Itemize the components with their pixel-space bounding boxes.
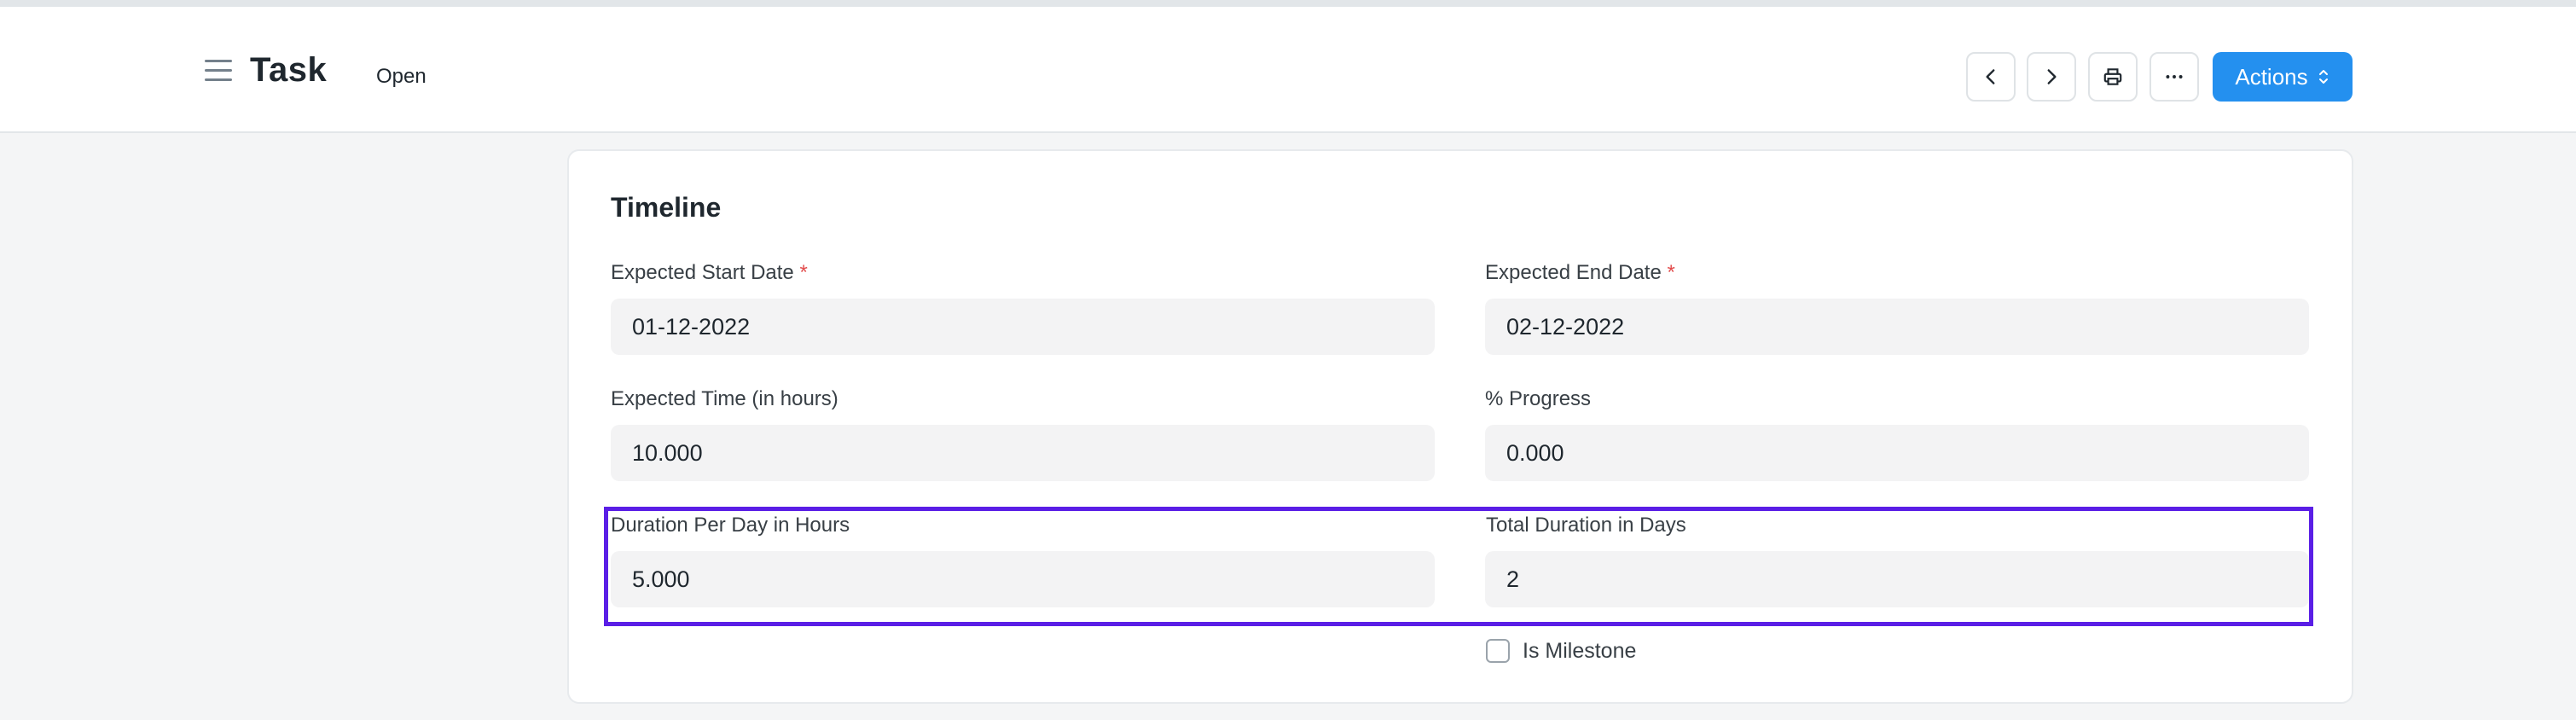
- expected-end-date-label: Expected End Date *: [1485, 261, 1675, 284]
- chevron-left-icon: [1986, 69, 1995, 84]
- expected-time-label: Expected Time (in hours): [611, 387, 838, 410]
- printer-icon: [2103, 68, 2122, 85]
- sort-icon: [2318, 70, 2328, 84]
- is-milestone-checkbox[interactable]: [1486, 639, 1510, 663]
- next-button[interactable]: [2027, 52, 2076, 102]
- status-indicator: Open: [376, 65, 426, 88]
- more-icon: [2166, 75, 2183, 78]
- expected-start-date-value: 01-12-2022: [632, 313, 751, 340]
- expected-start-date-field[interactable]: 01-12-2022: [611, 299, 1435, 355]
- page-title: Task: [250, 51, 328, 89]
- top-border: [0, 0, 2576, 7]
- more-button[interactable]: [2150, 52, 2199, 102]
- expected-end-date-field[interactable]: 02-12-2022: [1485, 299, 2309, 355]
- required-marker: *: [799, 261, 808, 284]
- actions-button[interactable]: Actions: [2213, 52, 2353, 102]
- required-marker: *: [1667, 261, 1675, 284]
- progress-label: % Progress: [1485, 387, 1592, 410]
- page-header: Task Open Actions: [0, 7, 2576, 133]
- progress-field[interactable]: 0.000: [1485, 425, 2309, 481]
- section-title: Timeline: [611, 192, 722, 223]
- previous-button[interactable]: [1966, 52, 2016, 102]
- progress-value: 0.000: [1506, 439, 1564, 466]
- highlight-box: [604, 507, 2313, 626]
- expected-time-field[interactable]: 10.000: [611, 425, 1435, 481]
- chevron-right-icon: [2047, 69, 2057, 84]
- print-button[interactable]: [2088, 52, 2138, 102]
- expected-end-date-value: 02-12-2022: [1506, 313, 1625, 340]
- actions-label: Actions: [2235, 63, 2308, 90]
- menu-icon[interactable]: [205, 60, 232, 82]
- is-milestone-label: Is Milestone: [1523, 639, 1637, 663]
- expected-time-value: 10.000: [632, 439, 703, 466]
- expected-start-date-label: Expected Start Date *: [611, 261, 808, 284]
